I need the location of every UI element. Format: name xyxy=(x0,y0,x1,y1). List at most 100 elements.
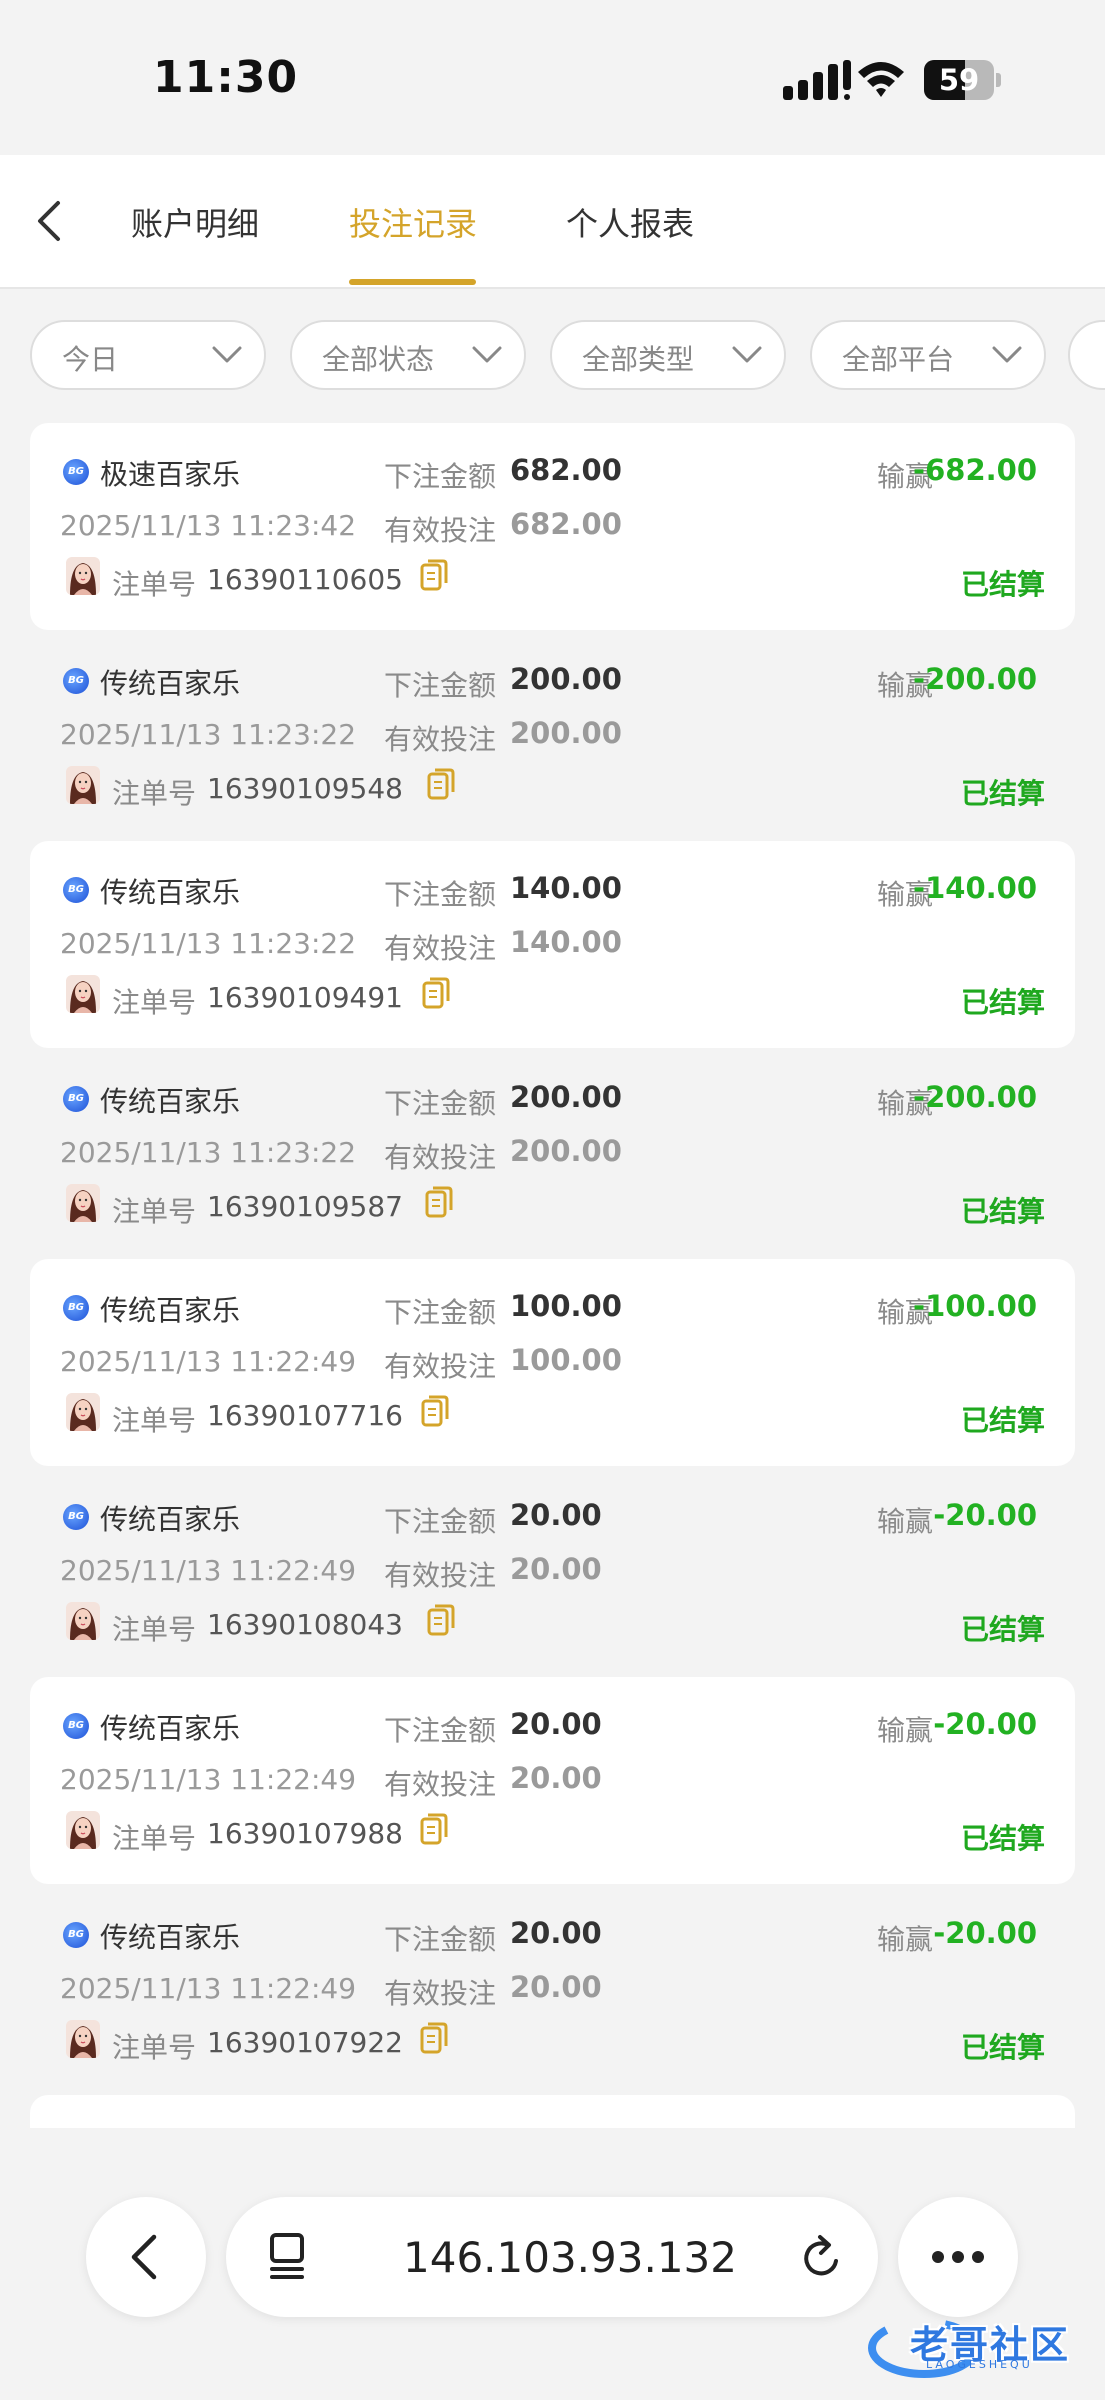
win-loss-label: 输赢 xyxy=(876,1923,933,1956)
dealer-avatar xyxy=(66,2020,100,2058)
game-name: 传统百家乐 xyxy=(100,667,241,700)
win-loss-value: -20.00 xyxy=(933,1498,1037,1532)
order-no-value: 16390107922 xyxy=(207,2026,403,2059)
bg-logo-icon: BG xyxy=(63,1086,89,1112)
order-no-value: 16390107988 xyxy=(207,1817,403,1850)
copy-icon[interactable] xyxy=(425,1186,453,1218)
copy-icon[interactable] xyxy=(427,1604,455,1636)
bet-amount-label: 下注金额 xyxy=(384,1714,497,1747)
dealer-avatar xyxy=(66,1811,100,1849)
chevron-left-icon[interactable] xyxy=(28,197,70,245)
browser-back-button[interactable] xyxy=(86,2197,206,2317)
win-loss-label: 输赢 xyxy=(876,1714,933,1747)
tab-personal-report[interactable]: 个人报表 xyxy=(566,199,694,245)
game-name: 极速百家乐 xyxy=(100,458,241,491)
win-loss-value: -682.00 xyxy=(913,453,1037,487)
win-loss-value: -200.00 xyxy=(913,1080,1037,1114)
bet-record-card[interactable]: BG 传统百家乐 下注金额 140.00 输赢 -140.00 2025/11/13 11:… xyxy=(30,841,1075,1048)
order-no-label: 注单号 xyxy=(112,1195,197,1228)
order-no-label: 注单号 xyxy=(112,986,197,1019)
bet-record-card[interactable]: BG 传统百家乐 下注金额 200.00 输赢 -200.00 2025/11/13 11:… xyxy=(30,632,1075,839)
bet-record-card[interactable]: BG 传统百家乐 下注金额 20.00 输赢 -20.00 2025/11/13 11:22… xyxy=(30,1677,1075,1884)
filter-type[interactable]: 全部类型 xyxy=(550,320,786,390)
copy-icon[interactable] xyxy=(427,768,455,800)
bet-time: 2025/11/13 11:23:42 xyxy=(60,509,357,542)
chevron-down-icon xyxy=(992,346,1022,363)
valid-bet-value: 20.00 xyxy=(510,1970,602,2004)
bet-record-card[interactable]: BG 传统百家乐 下注金额 200.00 输赢 -200.00 2025/11/13 11:… xyxy=(30,1050,1075,1257)
settlement-status: 已结算 xyxy=(960,568,1045,601)
chevron-down-icon xyxy=(212,346,242,363)
order-no-label: 注单号 xyxy=(112,568,197,601)
game-name: 传统百家乐 xyxy=(100,1294,241,1327)
valid-bet-label: 有效投注 xyxy=(384,723,497,756)
valid-bet-value: 20.00 xyxy=(510,1761,602,1795)
valid-bet-label: 有效投注 xyxy=(384,1141,497,1174)
valid-bet-label: 有效投注 xyxy=(384,1559,497,1592)
valid-bet-value: 200.00 xyxy=(510,716,622,750)
filter-bar: 今日 全部状态 全部类型 全部平台 xyxy=(0,320,1105,396)
valid-bet-value: 100.00 xyxy=(510,1343,622,1377)
tab-account-details[interactable]: 账户明细 xyxy=(131,199,259,245)
settlement-status: 已结算 xyxy=(960,777,1045,810)
bet-record-card[interactable]: BG 传统百家乐 下注金额 100.00 输赢 -100.00 2025/11/13 11:… xyxy=(30,1259,1075,1466)
order-no-label: 注单号 xyxy=(112,2031,197,2064)
filter-date-label: 今日 xyxy=(62,343,119,376)
more-button[interactable] xyxy=(898,2197,1018,2317)
settlement-status: 已结算 xyxy=(960,1822,1045,1855)
filter-status[interactable]: 全部状态 xyxy=(290,320,526,390)
active-tab-indicator xyxy=(349,279,476,285)
tabs-icon[interactable] xyxy=(264,2231,308,2283)
bet-time: 2025/11/13 11:23:22 xyxy=(60,1136,357,1169)
copy-icon[interactable] xyxy=(420,2022,448,2054)
bet-amount-value: 200.00 xyxy=(510,662,622,696)
copy-icon[interactable] xyxy=(420,1813,448,1845)
order-no-value: 16390107716 xyxy=(207,1399,403,1432)
game-name: 传统百家乐 xyxy=(100,1503,241,1536)
order-no-label: 注单号 xyxy=(112,777,197,810)
bg-logo-icon: BG xyxy=(63,459,89,485)
bet-amount-label: 下注金额 xyxy=(384,1296,497,1329)
bet-time: 2025/11/13 11:22:49 xyxy=(60,1554,357,1587)
tab-bet-records[interactable]: 投注记录 xyxy=(349,199,477,245)
chevron-left-icon xyxy=(131,2234,157,2280)
settlement-status: 已结算 xyxy=(960,2031,1045,2064)
valid-bet-value: 140.00 xyxy=(510,925,622,959)
bet-time: 2025/11/13 11:22:49 xyxy=(60,1763,357,1796)
settlement-status: 已结算 xyxy=(960,986,1045,1019)
bet-amount-value: 20.00 xyxy=(510,1707,602,1741)
bet-record-card[interactable]: BG 传统百家乐 下注金额 20.00 输赢 -20.00 2025/11/13 11:22… xyxy=(30,1886,1075,2093)
valid-bet-label: 有效投注 xyxy=(384,1977,497,2010)
copy-icon[interactable] xyxy=(421,1395,449,1427)
game-name: 传统百家乐 xyxy=(100,1921,241,1954)
bet-record-card[interactable]: BG 传统百家乐 下注金额 20.00 输赢 -20.00 2025/11/13 11:22… xyxy=(30,1468,1075,1675)
status-time: 11:30 xyxy=(153,52,299,103)
filter-date[interactable]: 今日 xyxy=(30,320,266,390)
valid-bet-label: 有效投注 xyxy=(384,514,497,547)
bet-record-card[interactable] xyxy=(30,2095,1075,2128)
valid-bet-value: 682.00 xyxy=(510,507,622,541)
valid-bet-label: 有效投注 xyxy=(384,932,497,965)
bg-logo-icon: BG xyxy=(63,1504,89,1530)
filter-status-label: 全部状态 xyxy=(322,343,435,376)
copy-icon[interactable] xyxy=(422,977,450,1009)
watermark-logo: 老哥社区 LAOGESHEQU xyxy=(866,2308,1091,2378)
bet-record-card[interactable]: BG 极速百家乐 下注金额 682.00 输赢 -682.00 2025/11/13 11:… xyxy=(30,423,1075,630)
reload-icon[interactable] xyxy=(798,2231,846,2283)
filter-platform[interactable]: 全部平台 xyxy=(810,320,1046,390)
bet-time: 2025/11/13 11:23:22 xyxy=(60,718,357,751)
dealer-avatar xyxy=(66,1602,100,1640)
settlement-status: 已结算 xyxy=(960,1613,1045,1646)
chevron-down-icon xyxy=(472,346,502,363)
bg-logo-icon: BG xyxy=(63,1295,89,1321)
bg-logo-icon: BG xyxy=(63,668,89,694)
battery-icon: 59 xyxy=(924,60,1002,100)
order-no-value: 16390109548 xyxy=(207,772,403,805)
dealer-avatar xyxy=(66,975,100,1013)
copy-icon[interactable] xyxy=(420,559,448,591)
settlement-status: 已结算 xyxy=(960,1195,1045,1228)
address-bar[interactable]: 146.103.93.132 xyxy=(226,2197,878,2317)
filter-more[interactable] xyxy=(1068,320,1105,390)
game-name: 传统百家乐 xyxy=(100,1085,241,1118)
bg-logo-icon: BG xyxy=(63,1713,89,1739)
